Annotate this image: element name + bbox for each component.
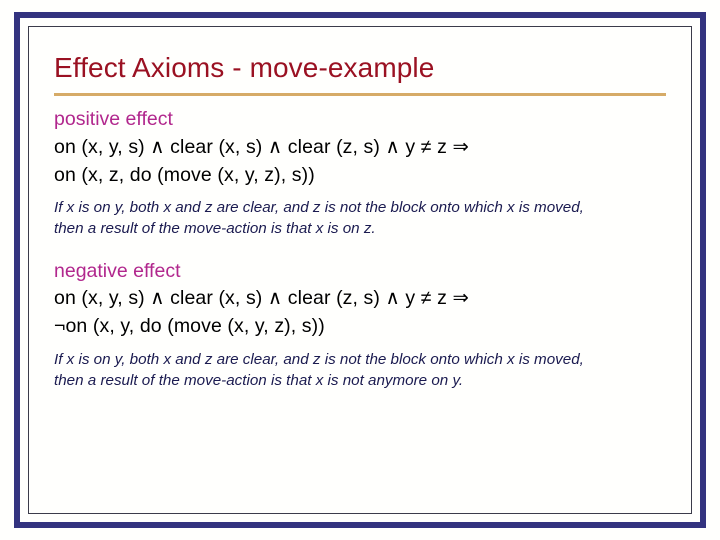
positive-effect-formula-line-2: on (x, z, do (move (x, y, z), s)): [54, 163, 315, 186]
positive-effect-explanation: If x is on y, both x and z are clear, an…: [54, 199, 584, 238]
title-divider-rule: [54, 93, 666, 97]
negative-effect-formula-line-2: ¬on (x, y, do (move (x, y, z), s)): [54, 315, 325, 338]
negative-effect-explanation: If x is on y, both x and z are clear, an…: [54, 350, 584, 389]
negative-effect-heading: negative effect: [54, 259, 181, 282]
slide-inner-frame: Effect Axioms - move-example positive ef…: [28, 26, 692, 514]
negative-effect-formula-line-1: on (x, y, s) ∧ clear (x, s) ∧ clear (z, …: [54, 287, 469, 310]
slide-frame: Effect Axioms - move-example positive ef…: [14, 12, 706, 528]
negative-effect-block: negative effect on (x, y, s) ∧ clear (x,…: [54, 258, 669, 391]
positive-effect-formula-line-1: on (x, y, s) ∧ clear (x, s) ∧ clear (z, …: [54, 136, 469, 159]
positive-effect-block: positive effect on (x, y, s) ∧ clear (x,…: [54, 106, 669, 239]
slide-content: Effect Axioms - move-example positive ef…: [29, 27, 691, 513]
positive-effect-heading: positive effect: [54, 108, 173, 131]
page-title: Effect Axioms - move-example: [54, 52, 435, 83]
